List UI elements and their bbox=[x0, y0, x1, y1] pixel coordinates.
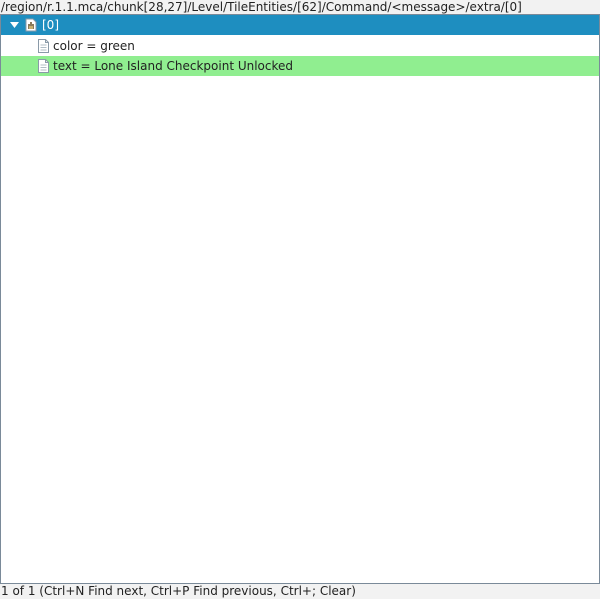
tree-node-label: color = green bbox=[53, 39, 135, 53]
expand-toggle-icon[interactable] bbox=[9, 15, 21, 35]
nbt-tree-view[interactable]: [0] color = green text = Lone Island Che bbox=[0, 14, 600, 584]
string-tag-icon bbox=[38, 59, 49, 73]
tree-node-color[interactable]: color = green bbox=[1, 36, 599, 56]
compound-tag-icon bbox=[25, 18, 37, 32]
search-status-bar: 1 of 1 (Ctrl+N Find next, Ctrl+P Find pr… bbox=[0, 584, 600, 599]
tree-node-root[interactable]: [0] bbox=[1, 15, 599, 35]
path-breadcrumb: /region/r.1.1.mca/chunk[28,27]/Level/Til… bbox=[0, 0, 600, 14]
tree-node-label: [0] bbox=[42, 18, 59, 32]
string-tag-icon bbox=[38, 39, 49, 53]
tree-node-label: text = Lone Island Checkpoint Unlocked bbox=[53, 59, 294, 73]
tree-node-text[interactable]: text = Lone Island Checkpoint Unlocked bbox=[1, 56, 599, 76]
